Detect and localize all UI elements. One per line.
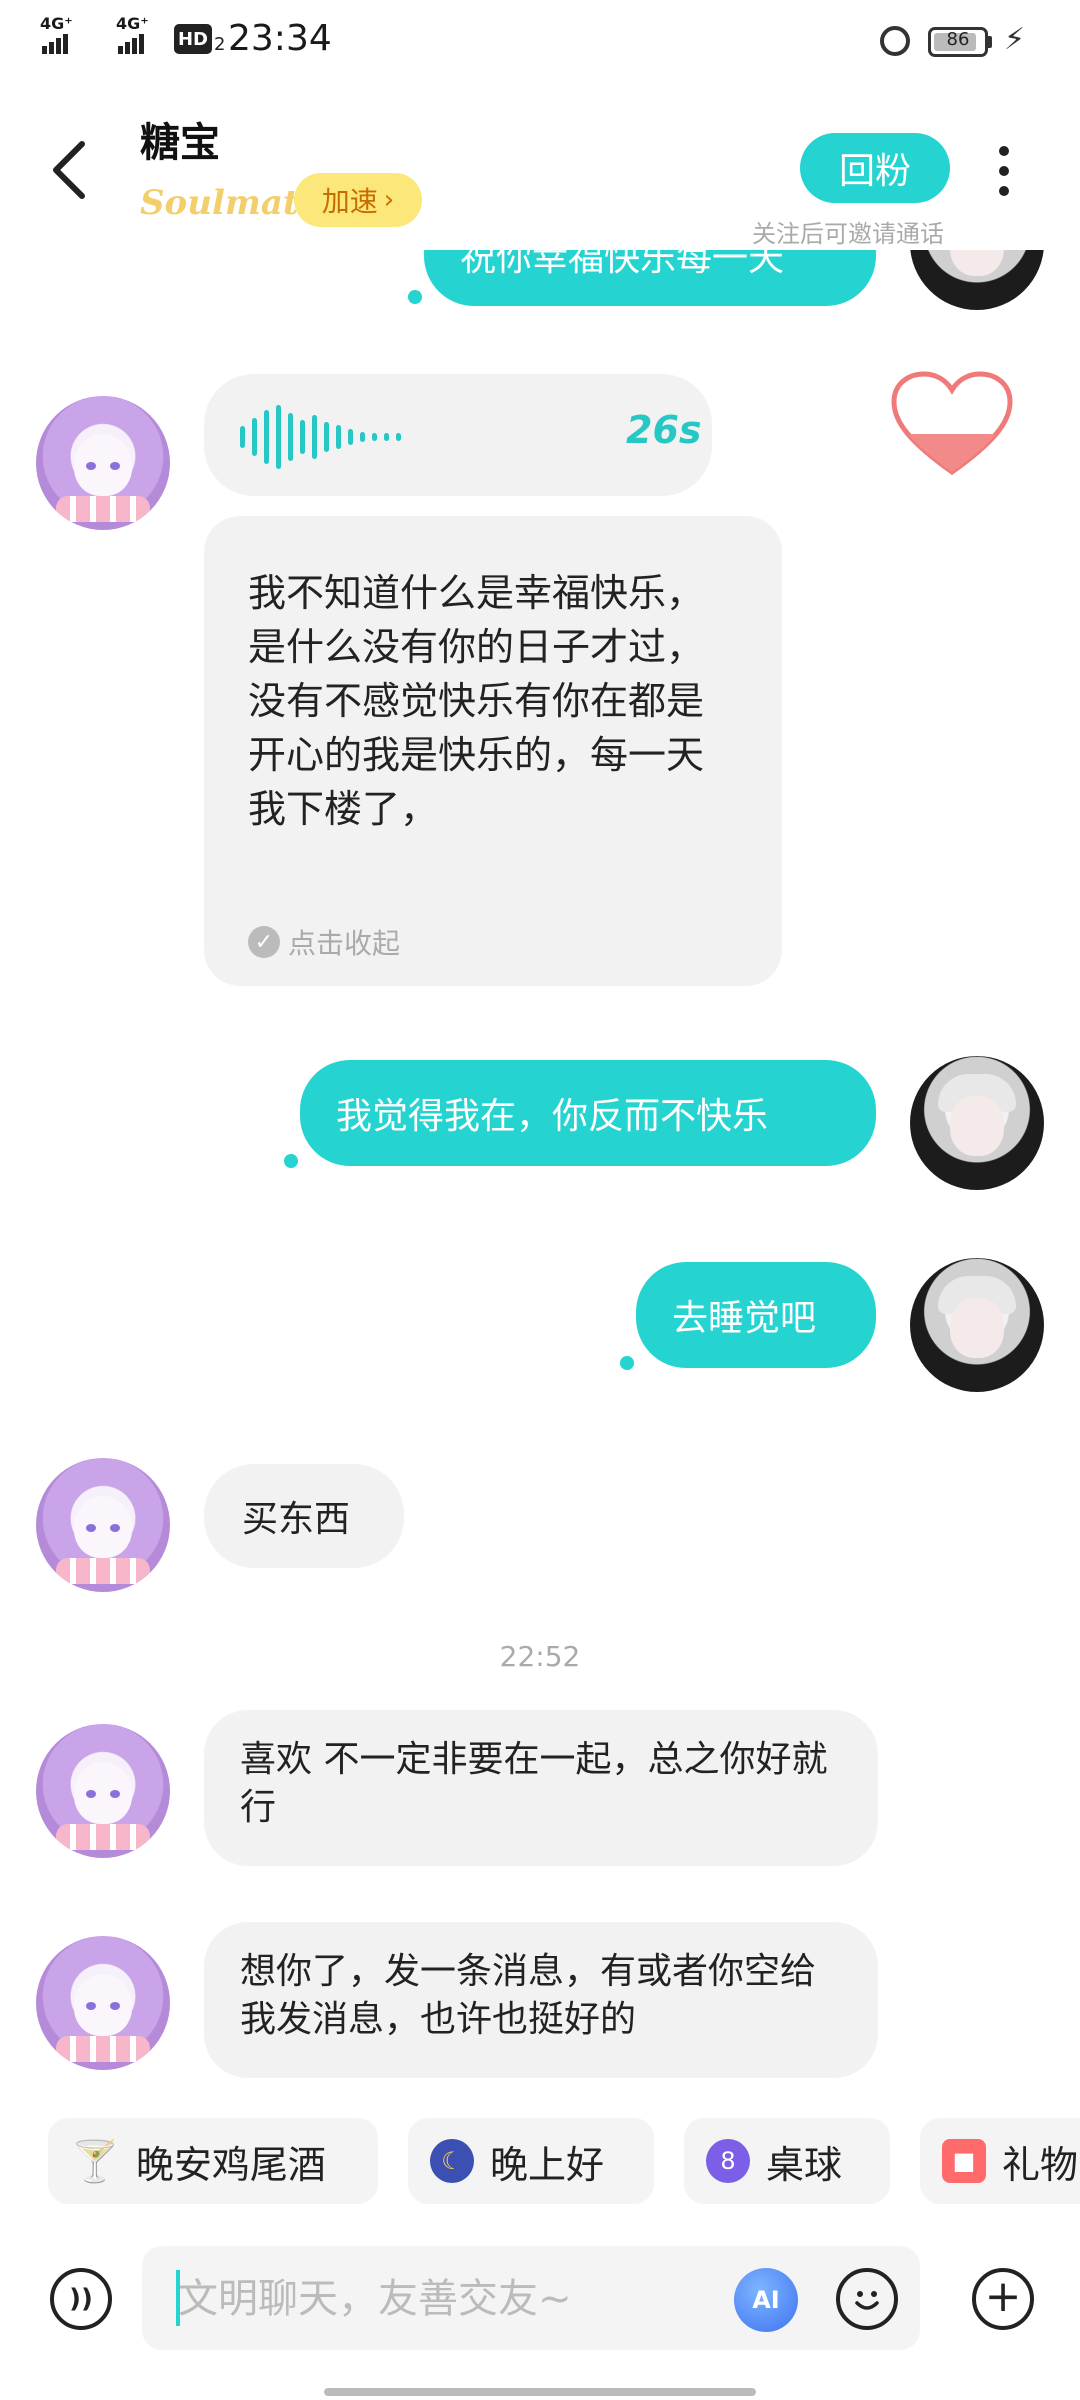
status-bar: 4G⁺ 4G⁺ HD 2 23:34 86 ⚡: [0, 0, 1080, 84]
voice-wave-icon: [240, 405, 401, 469]
network-indicator-1: 4G⁺: [40, 14, 73, 33]
sent-indicator: [620, 1356, 634, 1370]
message-out[interactable]: 去睡觉吧: [636, 1262, 876, 1368]
back-arrow-icon: [53, 141, 85, 199]
contact-name: 糖宝: [140, 120, 220, 166]
message-input[interactable]: [176, 2246, 740, 2352]
message-in[interactable]: 想你了，发一条消息，有或者你空给我发消息，也许也挺好的: [204, 1922, 878, 2078]
plus-icon: +: [984, 2271, 1022, 2322]
more-menu-icon[interactable]: [998, 146, 1010, 196]
contact-avatar[interactable]: [36, 396, 170, 530]
alarm-icon: [880, 26, 910, 56]
message-text: 买东西: [242, 1499, 351, 1540]
collapse-button[interactable]: ✓ 点击收起: [248, 922, 400, 962]
follow-hint-text: 关注后可邀请通话: [752, 220, 944, 248]
contact-avatar[interactable]: [36, 1724, 170, 1858]
voice-transcript-text: 我不知道什么是幸福快乐，是什么没有你的日子才过，没有不感觉快乐有你在都是开心的我…: [248, 571, 705, 831]
quick-chip-gift[interactable]: ■ 礼物: [920, 2118, 1080, 2204]
cocktail-icon: 🍸: [70, 2138, 120, 2185]
my-avatar[interactable]: [910, 1258, 1044, 1392]
add-button[interactable]: +: [972, 2268, 1034, 2330]
quick-chip-billiards[interactable]: 8 桌球: [684, 2118, 890, 2204]
message-input-container[interactable]: [142, 2246, 920, 2352]
home-indicator[interactable]: [324, 2388, 756, 2396]
hd-badge: HD: [174, 24, 212, 54]
message-text: 祝你幸福快乐每一天: [460, 250, 785, 279]
moon-icon: ☾: [430, 2139, 474, 2183]
emoji-button[interactable]: [836, 2268, 898, 2330]
chip-label: 桌球: [766, 2142, 843, 2187]
message-in[interactable]: 喜欢 不一定非要在一起，总之你好就行: [204, 1710, 878, 1866]
message-text: 喜欢 不一定非要在一起，总之你好就行: [240, 1739, 828, 1828]
message-text: 去睡觉吧: [672, 1298, 817, 1339]
message-text: 想你了，发一条消息，有或者你空给我发消息，也许也挺好的: [240, 1951, 817, 2040]
hd-label: HD: [177, 28, 208, 50]
follow-back-button[interactable]: 回粉: [800, 133, 950, 203]
timestamp: 22:52: [499, 1640, 581, 1673]
ai-label: AI: [752, 2286, 780, 2314]
message-out[interactable]: 我觉得我在，你反而不快乐: [300, 1060, 876, 1166]
smiley-icon: [855, 2291, 879, 2310]
message-in[interactable]: 买东西: [204, 1464, 404, 1568]
speed-up-button[interactable]: 加速 ›: [294, 173, 422, 227]
signal-icon: [42, 34, 68, 58]
gift-icon: ■: [942, 2139, 986, 2183]
quick-chip-cocktail[interactable]: 🍸 晚安鸡尾酒: [48, 2118, 378, 2204]
chip-label: 晚安鸡尾酒: [135, 2142, 326, 2187]
collapse-label: 点击收起: [288, 927, 401, 960]
chevron-right-icon: ›: [383, 185, 395, 215]
battery-level: 86: [946, 29, 970, 50]
check-circle-icon: ✓: [248, 926, 280, 958]
chip-label: 晚上好: [490, 2142, 605, 2187]
message-out-partial[interactable]: 祝你幸福快乐每一天: [424, 250, 876, 306]
my-avatar[interactable]: [910, 250, 1044, 310]
sim-number: 2: [214, 34, 226, 55]
back-button[interactable]: [40, 130, 100, 210]
network-indicator-2: 4G⁺: [116, 14, 149, 33]
speed-up-label: 加速: [321, 185, 378, 218]
contact-avatar[interactable]: [36, 1936, 170, 2070]
quick-chip-good-evening[interactable]: ☾ 晚上好: [408, 2118, 654, 2204]
ai-assistant-icon[interactable]: AI: [734, 2268, 798, 2332]
sent-indicator: [408, 290, 422, 304]
charging-icon: ⚡: [1004, 22, 1026, 57]
clock: 23:34: [228, 18, 332, 59]
contact-avatar[interactable]: [36, 1458, 170, 1592]
heart-icon[interactable]: [890, 370, 1014, 478]
voice-input-button[interactable]: )): [50, 2268, 112, 2330]
signal-icon-2: [118, 34, 144, 58]
sound-wave-icon: )): [69, 2284, 93, 2314]
chip-label: 礼物: [1002, 2142, 1079, 2187]
billiard-icon: 8: [706, 2139, 750, 2183]
message-text: 我觉得我在，你反而不快乐: [336, 1096, 769, 1137]
my-avatar[interactable]: [910, 1056, 1044, 1190]
sent-indicator: [284, 1154, 298, 1168]
voice-duration: 26s: [626, 408, 702, 452]
battery-icon: 86: [928, 27, 988, 57]
